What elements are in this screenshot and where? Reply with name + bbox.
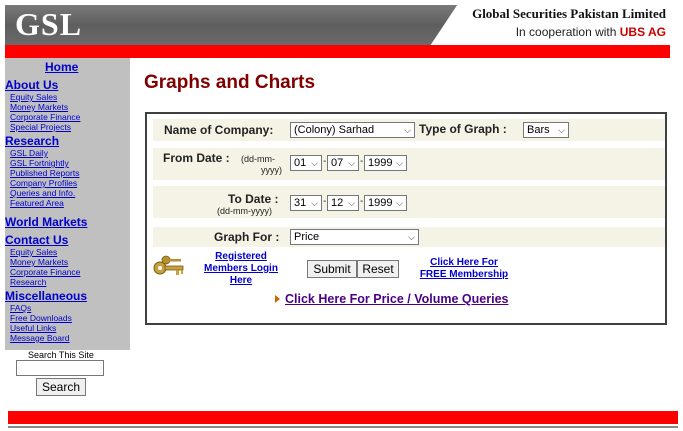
sidebar-item-contact-equity-sales[interactable]: Equity Sales <box>10 247 57 257</box>
sidebar-home-link[interactable]: Home <box>45 60 78 74</box>
sidebar-section-world-markets[interactable]: World Markets <box>5 215 87 229</box>
to-year-value: 1999 <box>368 197 393 209</box>
bottom-red-bar <box>8 411 678 424</box>
sidebar-section-about-us[interactable]: About Us <box>5 78 58 92</box>
to-date-row: To Date : (dd-mm-yyyy) 31 ⌵ - 12 ⌵ - 199… <box>153 186 665 218</box>
from-date-row: From Date : (dd-mm- yyyy) 01 ⌵ - 07 ⌵ - … <box>153 148 665 180</box>
free-link-line-2: FREE Membership <box>419 269 509 280</box>
from-year-select[interactable]: 1999 ⌵ <box>364 155 407 171</box>
date-separator: - <box>323 196 327 207</box>
bottom-divider <box>8 426 678 428</box>
sidebar-item-gsl-daily[interactable]: GSL Daily <box>10 148 48 158</box>
ubs-partner: UBS AG <box>619 25 666 39</box>
registered-link-line-2: Members Login <box>204 263 278 274</box>
registered-link-line-3: Here <box>229 275 253 286</box>
chevron-down-icon: ⌵ <box>311 198 318 208</box>
sidebar-item-equity-sales[interactable]: Equity Sales <box>10 92 57 102</box>
from-month-value: 07 <box>331 157 344 169</box>
sidebar-item-message-board[interactable]: Message Board <box>10 333 70 343</box>
from-date-hint-1: (dd-mm- <box>241 154 275 164</box>
chevron-down-icon: ⌵ <box>404 125 411 135</box>
sidebar-item-contact-corporate-finance[interactable]: Corporate Finance <box>10 267 80 277</box>
reset-button[interactable]: Reset <box>357 260 399 278</box>
date-separator: - <box>323 156 327 167</box>
from-month-select[interactable]: 07 ⌵ <box>327 155 359 171</box>
sidebar-item-queries-info[interactable]: Queries and Info. <box>10 188 75 198</box>
page-title: Graphs and Charts <box>144 72 316 93</box>
graph-type-label: Type of Graph : <box>419 122 507 136</box>
graph-type-select-value: Bars <box>527 124 550 136</box>
sidebar-item-faqs[interactable]: FAQs <box>10 303 31 313</box>
chevron-down-icon: ⌵ <box>396 158 403 168</box>
to-month-value: 12 <box>331 197 344 209</box>
graph-form-panel: Name of Company: (Colony) Sarhad ⌵ Type … <box>145 112 667 325</box>
search-label: Search This Site <box>28 350 94 360</box>
free-link-line-1: Click Here For <box>430 257 498 268</box>
to-date-hint: (dd-mm-yyyy) <box>217 206 272 216</box>
to-month-select[interactable]: 12 ⌵ <box>327 195 359 211</box>
sidebar-item-featured-area[interactable]: Featured Area <box>10 198 64 208</box>
price-volume-queries-link[interactable]: Click Here For Price / Volume Queries <box>285 292 508 306</box>
company-select-value: (Colony) Sarhad <box>294 124 375 136</box>
graph-type-select[interactable]: Bars ⌵ <box>523 122 569 138</box>
from-date-label: From Date : <box>163 151 230 165</box>
to-day-select[interactable]: 31 ⌵ <box>290 195 322 211</box>
from-year-value: 1999 <box>368 157 393 169</box>
sidebar-item-free-downloads[interactable]: Free Downloads <box>10 313 72 323</box>
chevron-down-icon: ⌵ <box>408 232 415 242</box>
chevron-down-icon: ⌵ <box>558 125 565 135</box>
arrow-icon <box>275 295 280 303</box>
sidebar-section-research[interactable]: Research <box>5 134 59 148</box>
company-row: Name of Company: (Colony) Sarhad ⌵ Type … <box>153 119 665 141</box>
site-header: GSL Global Securities Pakistan Limited I… <box>5 5 670 45</box>
date-separator: - <box>360 156 364 167</box>
free-membership-link[interactable]: Click Here For FREE Membership <box>409 257 519 281</box>
graph-for-select-value: Price <box>294 231 320 243</box>
date-separator: - <box>360 196 364 207</box>
registered-members-login-link[interactable]: Registered Members Login Here <box>195 251 287 287</box>
sidebar-section-contact-us[interactable]: Contact Us <box>5 233 68 247</box>
key-icon <box>153 255 184 275</box>
to-date-label: To Date : <box>228 192 279 206</box>
chevron-down-icon: ⌵ <box>348 198 355 208</box>
sidebar-item-corporate-finance[interactable]: Corporate Finance <box>10 112 80 122</box>
graph-for-label: Graph For : <box>214 230 280 244</box>
to-year-select[interactable]: 1999 ⌵ <box>364 195 407 211</box>
sidebar-item-contact-research[interactable]: Research <box>10 277 46 287</box>
chevron-down-icon: ⌵ <box>311 158 318 168</box>
sidebar-item-useful-links[interactable]: Useful Links <box>10 323 56 333</box>
company-label: Name of Company: <box>164 123 274 137</box>
sidebar-item-contact-money-markets[interactable]: Money Markets <box>10 257 68 267</box>
sidebar-item-company-profiles[interactable]: Company Profiles <box>10 178 77 188</box>
registered-link-line-1: Registered <box>215 251 267 262</box>
from-date-hint-2: yyyy) <box>261 165 282 175</box>
sidebar-section-miscellaneous[interactable]: Miscellaneous <box>5 289 87 303</box>
from-day-select[interactable]: 01 ⌵ <box>290 155 322 171</box>
submit-button[interactable]: Submit <box>307 260 357 278</box>
graph-for-select[interactable]: Price ⌵ <box>290 229 419 245</box>
gsl-logo[interactable]: GSL <box>15 6 82 43</box>
chevron-down-icon: ⌵ <box>348 158 355 168</box>
sidebar: Home About Us Equity Sales Money Markets… <box>5 58 130 350</box>
search-button[interactable]: Search <box>36 378 86 396</box>
search-input[interactable] <box>16 360 104 376</box>
chevron-down-icon: ⌵ <box>396 198 403 208</box>
company-select[interactable]: (Colony) Sarhad ⌵ <box>290 122 415 138</box>
sidebar-item-special-projects[interactable]: Special Projects <box>10 122 71 132</box>
company-name: Global Securities Pakistan Limited <box>472 6 666 21</box>
cooperation-prefix: In cooperation with <box>515 25 620 39</box>
sidebar-item-gsl-fortnightly[interactable]: GSL Fortnightly <box>10 158 69 168</box>
sidebar-item-money-markets[interactable]: Money Markets <box>10 102 68 112</box>
cooperation-text: In cooperation with UBS AG <box>516 25 666 39</box>
to-day-value: 31 <box>294 197 307 209</box>
sidebar-item-published-reports[interactable]: Published Reports <box>10 168 79 178</box>
top-red-bar <box>5 45 670 58</box>
graph-for-row: Graph For : Price ⌵ <box>153 227 665 247</box>
from-day-value: 01 <box>294 157 307 169</box>
